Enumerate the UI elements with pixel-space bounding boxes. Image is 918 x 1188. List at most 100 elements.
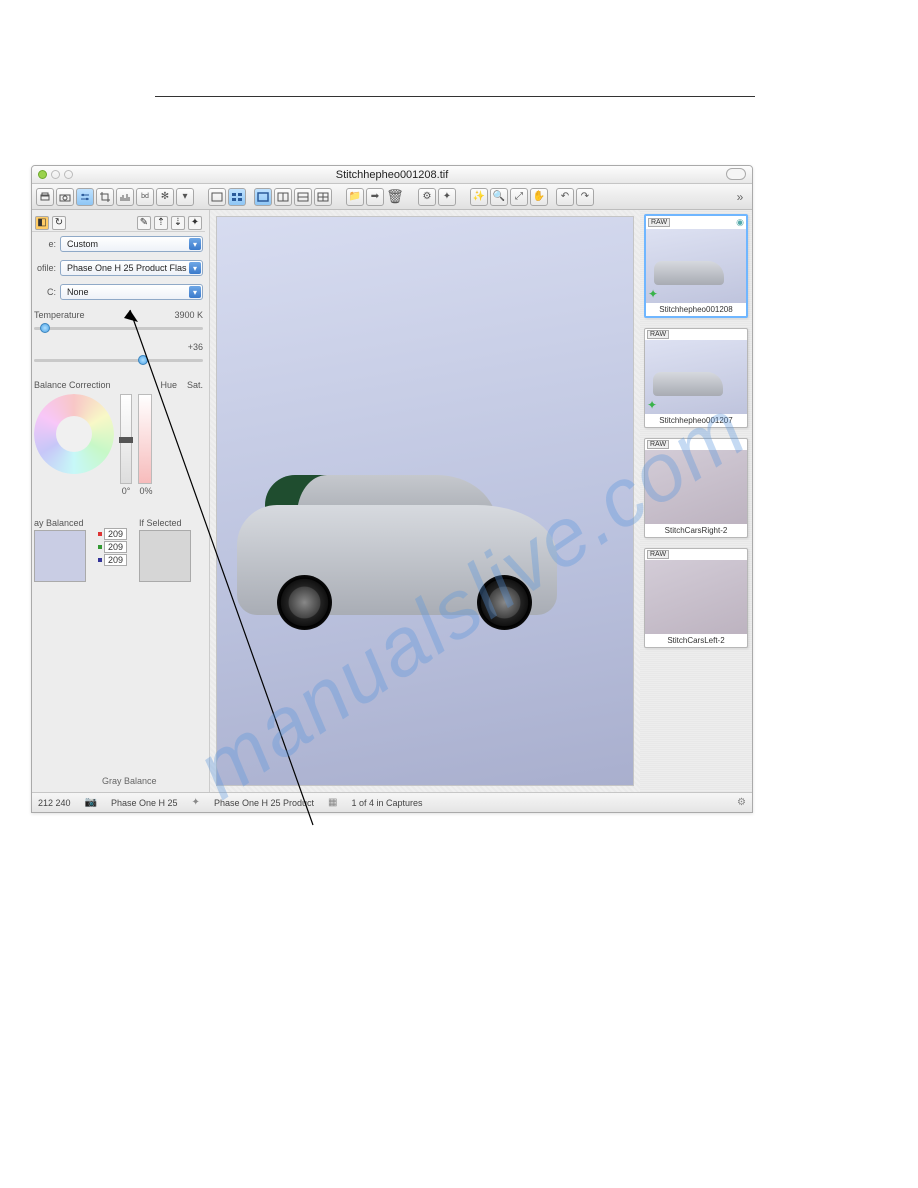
mode-select[interactable]: Custom ▾ xyxy=(60,236,203,252)
fit-icon[interactable]: ⤢ xyxy=(510,188,528,206)
panel-tab-row: ◧ ↻ ✎ ⇡ ⇣ ✦ xyxy=(32,214,205,232)
dropdown-icon[interactable]: ▾ xyxy=(176,188,194,206)
app-window: Stitchhepheo001208.tif bd ✻ ▾ 📁 ➡ 🗑 xyxy=(31,165,753,813)
status-camera: Phase One H 25 xyxy=(111,798,178,808)
panel-tab-color[interactable]: ◧ xyxy=(35,216,49,230)
temperature-slider[interactable] xyxy=(34,322,203,334)
layout4-icon[interactable] xyxy=(314,188,332,206)
main-toolbar: bd ✻ ▾ 📁 ➡ 🗑 ⚙ ✦ ✨ 🔍 ⤢ ✋ ↶ ↷ xyxy=(32,184,752,210)
thumbnail-panel: RAW◉✦Stitchhepheo001208RAW✦Stitchhepheo0… xyxy=(640,210,752,792)
crop-icon[interactable] xyxy=(96,188,114,206)
if-selected-label: If Selected xyxy=(139,518,191,528)
panel-tool-3[interactable]: ⇣ xyxy=(171,216,185,230)
hand-icon[interactable]: ✋ xyxy=(530,188,548,206)
cc-value: None xyxy=(67,287,89,297)
profile-status-icon: ✦ xyxy=(192,797,200,808)
thumbnail-card[interactable]: RAW✦Stitchhepheo001207 xyxy=(644,328,748,428)
panel-tool-4[interactable]: ✦ xyxy=(188,216,202,230)
rotate-left-icon[interactable]: ↶ xyxy=(556,188,574,206)
b-value: 209 xyxy=(104,554,127,566)
panel-tab-refresh[interactable]: ↻ xyxy=(52,216,66,230)
layout1-icon[interactable] xyxy=(254,188,272,206)
star-icon: ✦ xyxy=(648,287,658,301)
trash-icon[interactable]: 🗑 xyxy=(386,188,404,206)
hue-label: Hue xyxy=(160,380,177,390)
thumbnail-name: StitchCarsLeft-2 xyxy=(645,634,747,647)
color-wheel[interactable] xyxy=(34,394,114,474)
select-arrow-icon: ▾ xyxy=(189,238,201,250)
grid-status-icon: ▦ xyxy=(328,797,337,808)
status-dimensions: 212 240 xyxy=(38,798,71,808)
gray-balance-footer-label: Gray Balance xyxy=(102,776,157,786)
rotate-right-icon[interactable]: ↷ xyxy=(576,188,594,206)
hue-slider[interactable] xyxy=(120,394,132,484)
thumbnail-image xyxy=(645,560,747,634)
tint-value: +36 xyxy=(188,342,203,352)
bd-icon[interactable]: bd xyxy=(136,188,154,206)
sat-label: Sat. xyxy=(187,380,203,390)
panel-tool-1[interactable]: ✎ xyxy=(137,216,151,230)
maximize-icon[interactable] xyxy=(64,170,73,179)
hue-value: 0° xyxy=(120,486,132,496)
folder-icon[interactable]: 📁 xyxy=(346,188,364,206)
settings-status-icon: ⚙ xyxy=(737,797,746,808)
raw-badge: RAW xyxy=(648,218,670,227)
thumbnail-card[interactable]: RAW ◉ ✦ Stitchhepheo001208 xyxy=(644,214,748,318)
eye-icon: ◉ xyxy=(736,217,744,228)
thumbnail-card[interactable]: RAW StitchCarsLeft-2 xyxy=(644,548,748,648)
view-thumbs-icon[interactable] xyxy=(228,188,246,206)
status-profile: Phase One H 25 Product xyxy=(214,798,314,808)
thumbnail-image: ✦ xyxy=(645,340,747,414)
profile-select[interactable]: Phase One H 25 Product Flas▾ xyxy=(60,260,203,276)
camera-icon[interactable] xyxy=(56,188,74,206)
image-canvas[interactable] xyxy=(216,216,634,786)
thumbnail-image: ✦ xyxy=(646,229,746,303)
window-title: Stitchhepheo001208.tif xyxy=(336,169,449,181)
batch-icon[interactable]: ✦ xyxy=(438,188,456,206)
saturation-bar[interactable] xyxy=(138,394,152,484)
thumbnail-card[interactable]: RAWStitchCarsRight-2 xyxy=(644,438,748,538)
preview-content xyxy=(277,575,332,630)
star-icon: ✦ xyxy=(647,398,657,412)
print-icon[interactable] xyxy=(36,188,54,206)
layout2-icon[interactable] xyxy=(274,188,292,206)
tint-slider[interactable] xyxy=(34,354,203,366)
close-icon[interactable] xyxy=(38,170,47,179)
gray-balanced-swatch[interactable] xyxy=(34,530,86,582)
cc-select[interactable]: None▾ xyxy=(60,284,203,300)
thumbnail-image xyxy=(645,450,747,524)
process-icon[interactable]: ⚙ xyxy=(418,188,436,206)
minimize-icon[interactable] xyxy=(51,170,60,179)
sat-value: 0% xyxy=(138,486,154,496)
status-bar: 212 240 📷 Phase One H 25 ✦ Phase One H 2… xyxy=(32,792,752,812)
profile-label: ofile: xyxy=(34,263,56,273)
zoom-icon[interactable]: 🔍 xyxy=(490,188,508,206)
layout3-icon[interactable] xyxy=(294,188,312,206)
color-wheel-picker[interactable] xyxy=(57,431,63,437)
raw-badge: RAW xyxy=(647,440,669,449)
wand-icon[interactable]: ✨ xyxy=(470,188,488,206)
temperature-value: 3900 K xyxy=(174,310,203,320)
adjust-icon[interactable] xyxy=(76,188,94,206)
gear-icon[interactable]: ✻ xyxy=(156,188,174,206)
histogram-icon[interactable] xyxy=(116,188,134,206)
panel-tool-2[interactable]: ⇡ xyxy=(154,216,168,230)
thumbnail-name: Stitchhepheo001208 xyxy=(646,303,746,316)
raw-badge: RAW xyxy=(647,330,669,339)
titlebar-pill-button[interactable] xyxy=(726,168,746,180)
preview-content xyxy=(477,575,532,630)
view-image-icon[interactable] xyxy=(208,188,226,206)
export-icon[interactable]: ➡ xyxy=(366,188,384,206)
left-panel: ◧ ↻ ✎ ⇡ ⇣ ✦ e: Custom▾ ofile: Phase One … xyxy=(32,210,210,792)
cc-label: C: xyxy=(34,287,56,297)
g-value: 209 xyxy=(104,541,127,553)
toolbar-overflow-icon[interactable]: » xyxy=(732,189,748,205)
mode-value: Custom xyxy=(67,239,98,249)
profile-value: Phase One H 25 Product Flas xyxy=(67,263,187,273)
camera-status-icon: 📷 xyxy=(85,797,97,808)
titlebar: Stitchhepheo001208.tif xyxy=(32,166,752,184)
balance-correction-label: Balance Correction xyxy=(34,380,111,390)
window-controls xyxy=(32,170,73,179)
raw-badge: RAW xyxy=(647,550,669,559)
if-selected-swatch[interactable] xyxy=(139,530,191,582)
